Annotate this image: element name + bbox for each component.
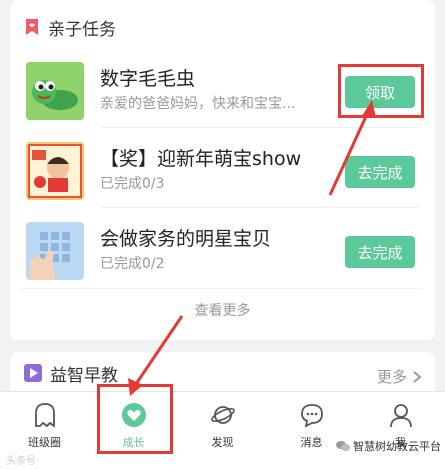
see-more-link[interactable]: 查看更多 [10, 300, 435, 320]
watermark-left: 头条号 [6, 456, 36, 467]
tab-messages[interactable]: 消息 [267, 392, 356, 469]
planet-icon [210, 406, 235, 424]
tasks-section-header: 亲子任务 [24, 14, 116, 40]
tab-discover[interactable]: 发现 [178, 392, 267, 469]
tab-label: 发现 [211, 436, 234, 449]
highlight-box-growth-tab [97, 384, 173, 454]
wechat-icon [336, 441, 350, 451]
housework-thumbnail [26, 222, 84, 280]
parent-child-tasks-card: 亲子任务 数字毛毛虫 亲爱的爸爸妈妈，快来和宝宝... 领取 【奖】迎新年萌宝s… [10, 0, 435, 340]
go-complete-button[interactable]: 去完成 [345, 236, 415, 268]
row-divider [100, 127, 419, 128]
task-title: 会做家务的明星宝贝 [100, 228, 272, 250]
new-year-baby-thumbnail [26, 142, 84, 200]
bottom-tab-bar: 班级圈 成长 发现 消息 我 [0, 391, 445, 469]
task-title: 【奖】迎新年萌宝show [100, 148, 302, 170]
chat-bubble-icon [300, 404, 323, 428]
watermark-right: 智慧树幼教云平台 [336, 438, 441, 454]
tasks-section-title: 亲子任务 [48, 19, 116, 40]
more-label: 更多 [376, 368, 407, 386]
edu-section-header: 益智早教 [24, 360, 118, 386]
row-divider [100, 207, 419, 208]
tab-me[interactable]: 我 [356, 392, 445, 469]
task-row[interactable]: 会做家务的明星宝贝 已完成0/2 去完成 [26, 218, 419, 288]
edu-section-title: 益智早教 [50, 365, 118, 386]
highlight-box-claim [338, 64, 424, 118]
task-row[interactable]: 【奖】迎新年萌宝show 已完成0/3 去完成 [26, 138, 419, 208]
task-title: 数字毛毛虫 [100, 68, 196, 90]
early-education-card: 益智早教 更多 [10, 352, 435, 392]
ghost-icon [34, 403, 55, 428]
chevron-right-icon [413, 370, 422, 383]
task-progress: 已完成0/3 [100, 176, 165, 192]
caterpillar-thumbnail [26, 62, 84, 120]
more-link[interactable]: 更多 [377, 366, 423, 387]
tab-label: 班级圈 [28, 436, 61, 449]
task-subtitle: 亲爱的爸爸妈妈，快来和宝宝... [100, 96, 296, 112]
task-flag-icon [26, 19, 38, 35]
task-progress: 已完成0/2 [100, 256, 165, 272]
divider [22, 288, 423, 289]
play-icon [24, 364, 42, 382]
go-complete-button[interactable]: 去完成 [345, 156, 415, 188]
watermark-right-text: 智慧树幼教云平台 [353, 440, 441, 453]
person-icon [389, 404, 412, 428]
